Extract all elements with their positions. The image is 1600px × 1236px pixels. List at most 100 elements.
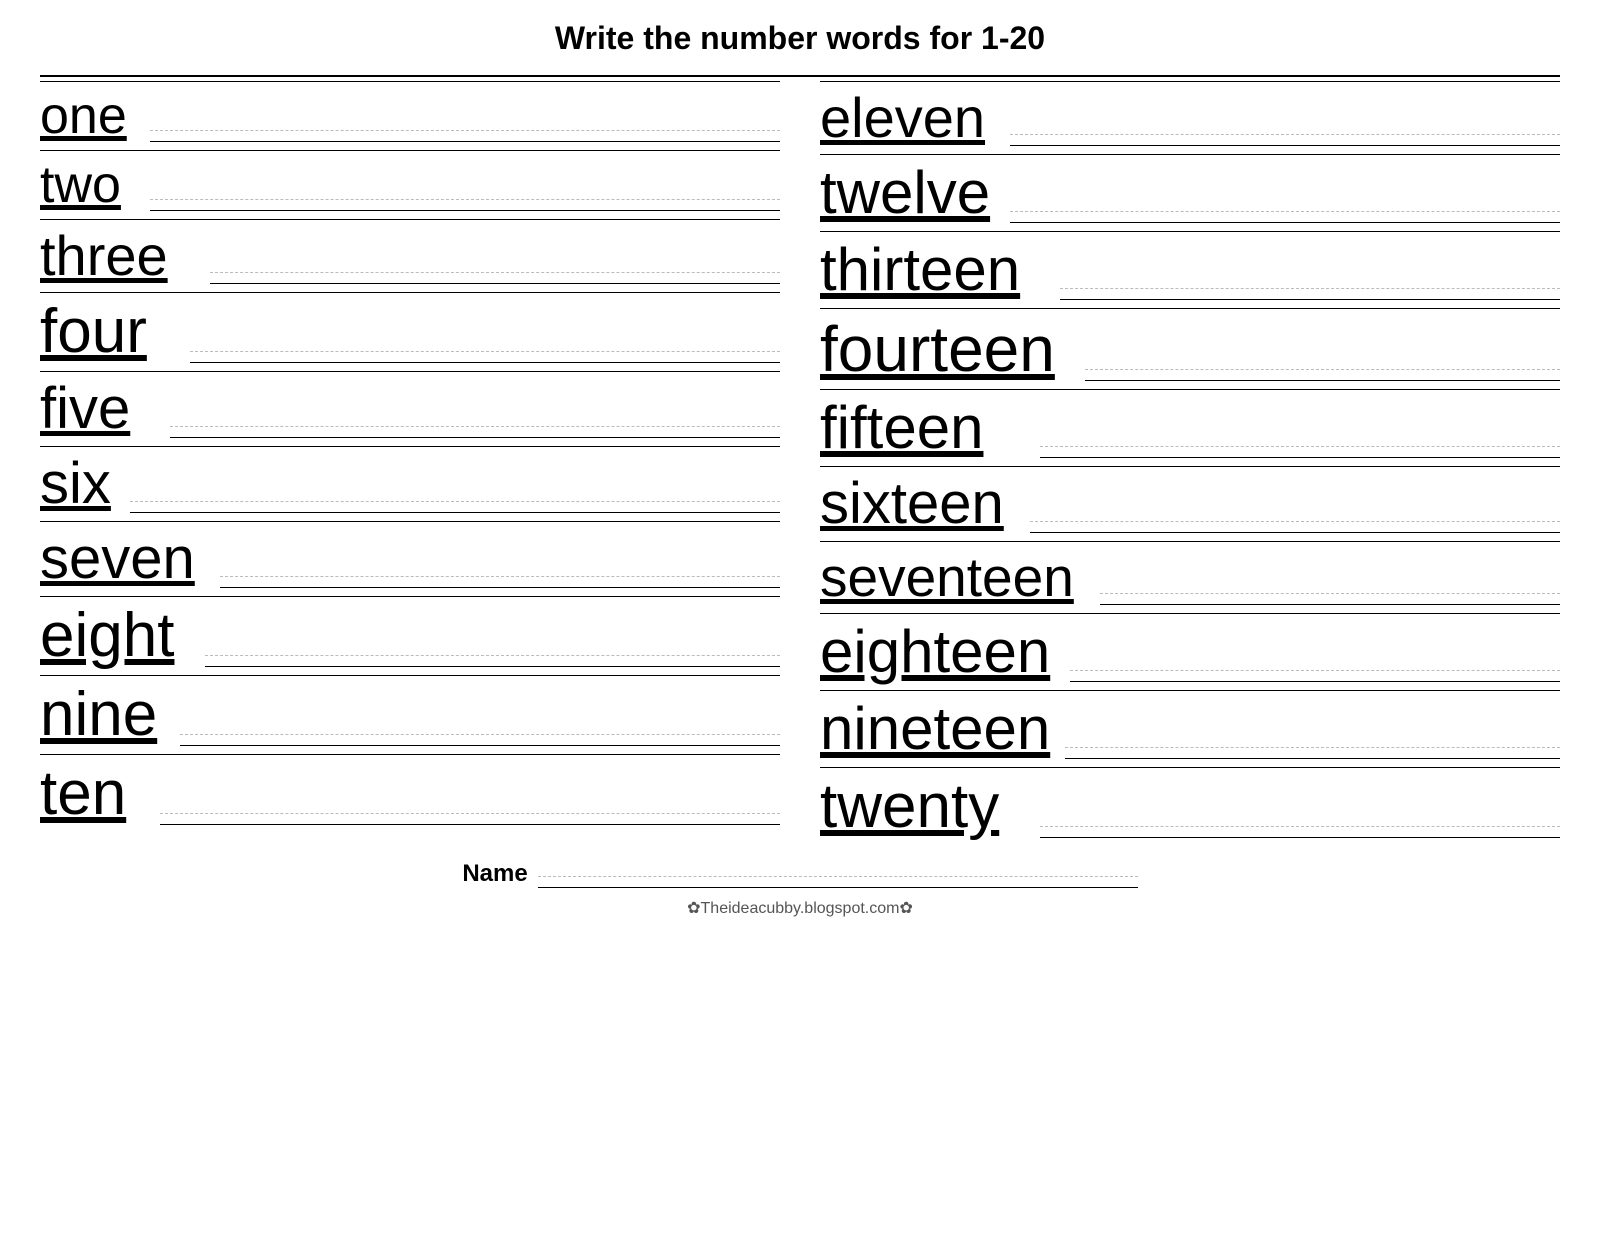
- lines-thirteen: [1060, 288, 1560, 300]
- lines-eighteen: [1070, 670, 1560, 682]
- solid-line-eight: [205, 666, 780, 667]
- row-nineteen: nineteen: [820, 690, 1560, 767]
- word-label-eighteen: eighteen: [820, 622, 1060, 682]
- dashed-line-two: [150, 199, 780, 200]
- name-dashed-line: [538, 876, 1138, 877]
- dashed-line-four: [190, 351, 780, 352]
- lines-fifteen: [1040, 446, 1560, 458]
- dashed-line-eight: [205, 655, 780, 656]
- solid-line-six: [130, 512, 780, 513]
- word-label-eight: eight: [40, 605, 195, 667]
- dashed-line-nineteen: [1065, 747, 1560, 748]
- dashed-line-three: [210, 272, 780, 273]
- word-label-three: three: [40, 228, 200, 284]
- word-label-seventeen: seventeen: [820, 550, 1090, 605]
- dashed-line-one: [150, 130, 780, 131]
- top-divider: [40, 75, 1560, 77]
- footer-text: ✿Theideacubby.blogspot.com✿: [687, 898, 913, 918]
- lines-four: [190, 351, 780, 363]
- lines-one: [150, 130, 780, 142]
- row-nine: nine: [40, 675, 780, 754]
- solid-line-twelve: [1010, 222, 1560, 223]
- word-label-five: five: [40, 380, 160, 438]
- row-eight: eight: [40, 596, 780, 675]
- row-three: three: [40, 219, 780, 292]
- dashed-line-sixteen: [1030, 521, 1560, 522]
- solid-line-one: [150, 141, 780, 142]
- row-ten: ten: [40, 754, 780, 833]
- lines-two: [150, 199, 780, 211]
- word-label-thirteen: thirteen: [820, 240, 1050, 300]
- solid-line-three: [210, 283, 780, 284]
- solid-line-four: [190, 362, 780, 363]
- name-row: Name: [40, 860, 1560, 888]
- solid-line-twenty: [1040, 837, 1560, 838]
- word-label-nine: nine: [40, 684, 170, 746]
- lines-twenty: [1040, 826, 1560, 838]
- word-label-twenty: twenty: [820, 776, 1030, 838]
- solid-line-fourteen: [1085, 380, 1560, 381]
- solid-line-fifteen: [1040, 457, 1560, 458]
- row-six: six: [40, 446, 780, 521]
- solid-line-seven: [220, 587, 780, 588]
- word-label-ten: ten: [40, 763, 150, 825]
- word-label-fourteen: fourteen: [820, 317, 1075, 381]
- lines-three: [210, 272, 780, 284]
- word-label-two: two: [40, 159, 140, 211]
- row-twenty: twenty: [820, 767, 1560, 846]
- lines-eight: [205, 655, 780, 667]
- dashed-line-eleven: [1010, 134, 1560, 135]
- row-twelve: twelve: [820, 154, 1560, 231]
- row-eighteen: eighteen: [820, 613, 1560, 690]
- row-one: one: [40, 81, 780, 150]
- word-label-sixteen: sixteen: [820, 475, 1020, 533]
- dashed-line-twenty: [1040, 826, 1560, 827]
- lines-eleven: [1010, 134, 1560, 146]
- name-solid-line: [538, 887, 1138, 888]
- word-label-six: six: [40, 455, 120, 513]
- name-label: Name: [462, 860, 527, 888]
- row-fifteen: fifteen: [820, 389, 1560, 466]
- solid-line-eleven: [1010, 145, 1560, 146]
- lines-sixteen: [1030, 521, 1560, 533]
- solid-line-five: [170, 437, 780, 438]
- lines-six: [130, 501, 780, 513]
- word-label-eleven: eleven: [820, 90, 1000, 146]
- lines-five: [170, 426, 780, 438]
- row-sixteen: sixteen: [820, 466, 1560, 541]
- row-five: five: [40, 371, 780, 446]
- lines-twelve: [1010, 211, 1560, 223]
- lines-seventeen: [1100, 593, 1560, 605]
- dashed-line-six: [130, 501, 780, 502]
- row-fourteen: fourteen: [820, 308, 1560, 389]
- dashed-line-seven: [220, 576, 780, 577]
- name-line-area: [538, 876, 1138, 888]
- solid-line-nineteen: [1065, 758, 1560, 759]
- page-title: Write the number words for 1-20: [555, 20, 1045, 57]
- dashed-line-nine: [180, 734, 780, 735]
- dashed-line-seventeen: [1100, 593, 1560, 594]
- dashed-line-ten: [160, 813, 780, 814]
- dashed-line-thirteen: [1060, 288, 1560, 289]
- solid-line-two: [150, 210, 780, 211]
- dashed-line-fifteen: [1040, 446, 1560, 447]
- lines-fourteen: [1085, 369, 1560, 381]
- right-column: eleven twelve thirteen fourteen fifteen sixte…: [820, 81, 1560, 846]
- solid-line-thirteen: [1060, 299, 1560, 300]
- lines-nine: [180, 734, 780, 746]
- solid-line-sixteen: [1030, 532, 1560, 533]
- dashed-line-eighteen: [1070, 670, 1560, 671]
- lines-nineteen: [1065, 747, 1560, 759]
- left-column: onetwothreefourfivesixseveneightnineten: [40, 81, 780, 846]
- solid-line-ten: [160, 824, 780, 825]
- word-label-fifteen: fifteen: [820, 398, 1030, 458]
- solid-line-nine: [180, 745, 780, 746]
- row-eleven: eleven: [820, 81, 1560, 154]
- solid-line-seventeen: [1100, 604, 1560, 605]
- word-label-twelve: twelve: [820, 163, 1000, 223]
- solid-line-eighteen: [1070, 681, 1560, 682]
- dashed-line-five: [170, 426, 780, 427]
- dashed-line-fourteen: [1085, 369, 1560, 370]
- word-label-one: one: [40, 90, 140, 142]
- row-two: two: [40, 150, 780, 219]
